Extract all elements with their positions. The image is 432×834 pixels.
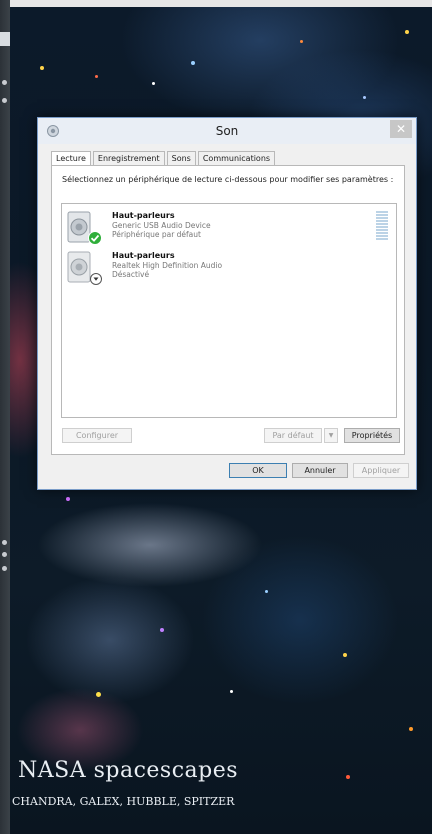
apply-button[interactable]: Appliquer: [353, 463, 409, 478]
sound-dialog: Son ✕ Lecture Enregistrement Sons Commun…: [37, 117, 417, 490]
star: [346, 775, 350, 779]
star: [66, 497, 70, 501]
device-list: Haut-parleurs Generic USB Audio Device P…: [61, 203, 397, 418]
star: [191, 61, 195, 65]
wallpaper-caption-title: NASA spacescapes: [18, 758, 239, 783]
star: [40, 66, 44, 70]
left-edge-strip: [0, 0, 10, 834]
tab-panel-lecture: Sélectionnez un périphérique de lecture …: [51, 165, 405, 455]
device-driver: Generic USB Audio Device: [112, 221, 211, 230]
device-item-usb[interactable]: Haut-parleurs Generic USB Audio Device P…: [64, 209, 384, 249]
properties-button[interactable]: Propriétés: [344, 428, 400, 443]
disabled-arrow-icon: [90, 273, 102, 285]
star: [152, 82, 155, 85]
set-default-button[interactable]: Par défaut: [264, 428, 322, 443]
device-status: Désactivé: [112, 270, 150, 279]
device-name: Haut-parleurs: [112, 251, 175, 260]
star: [230, 690, 233, 693]
star: [300, 40, 303, 43]
check-icon: [88, 231, 102, 245]
left-edge-dot: [2, 80, 7, 85]
top-edge-bar: [10, 0, 432, 7]
dialog-titlebar[interactable]: Son ✕: [38, 118, 416, 144]
left-edge-dot: [2, 566, 7, 571]
ok-button[interactable]: OK: [229, 463, 287, 478]
tab-communications[interactable]: Communications: [197, 151, 276, 165]
left-edge-dot: [2, 98, 7, 103]
left-edge-dot: [2, 540, 7, 545]
set-default-dropdown[interactable]: ▼: [324, 428, 338, 443]
tab-sons[interactable]: Sons: [166, 151, 196, 165]
cancel-button[interactable]: Annuler: [292, 463, 348, 478]
close-button[interactable]: ✕: [390, 120, 412, 138]
device-status: Périphérique par défaut: [112, 230, 201, 239]
tab-enregistrement[interactable]: Enregistrement: [92, 151, 165, 165]
star: [405, 30, 409, 34]
star: [343, 653, 347, 657]
dialog-title: Son: [215, 124, 239, 138]
left-edge-tab[interactable]: [0, 32, 10, 46]
instruction-text: Sélectionnez un périphérique de lecture …: [62, 175, 394, 184]
wallpaper-caption-subtitle: CHANDRA, GALEX, HUBBLE, SPITZER: [12, 795, 235, 808]
configure-button[interactable]: Configurer: [62, 428, 132, 443]
star: [409, 727, 413, 731]
volume-level-meter: [376, 211, 388, 243]
left-edge-dot: [2, 552, 7, 557]
star: [95, 75, 98, 78]
star: [265, 590, 268, 593]
tab-lecture[interactable]: Lecture: [51, 151, 91, 166]
tab-bar: Lecture Enregistrement Sons Communicatio…: [51, 151, 277, 166]
device-driver: Realtek High Definition Audio: [112, 261, 223, 270]
device-name: Haut-parleurs: [112, 211, 175, 220]
device-item-realtek[interactable]: Haut-parleurs Realtek High Definition Au…: [64, 249, 384, 289]
star: [363, 96, 366, 99]
star: [160, 628, 164, 632]
star: [96, 692, 101, 697]
